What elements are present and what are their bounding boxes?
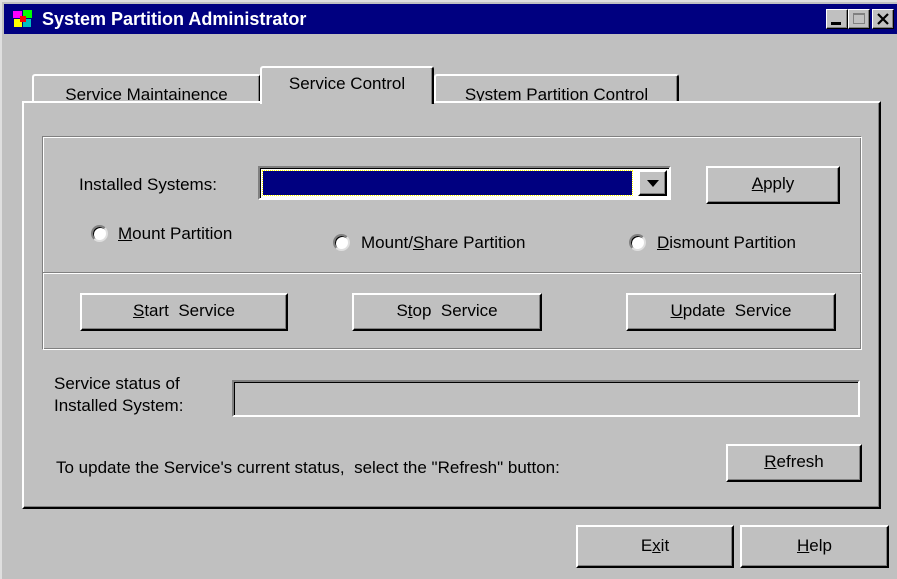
installed-systems-selected	[262, 170, 633, 196]
maximize-icon	[853, 13, 865, 24]
tab-panel-service-control: Installed Systems: Apply Mount Partition…	[22, 101, 881, 509]
installed-systems-group	[42, 136, 862, 274]
mount-share-partition-label[interactable]: Mount/Share Partition	[361, 233, 525, 253]
minimize-icon	[831, 22, 841, 25]
refresh-instruction: To update the Service's current status, …	[56, 458, 560, 477]
installed-systems-label: Installed Systems:	[79, 175, 217, 194]
service-status-label-line2: Installed System:	[54, 396, 184, 415]
stop-service-button[interactable]: Stop Service	[352, 293, 542, 331]
app-window: System Partition Administrator Service M…	[0, 0, 897, 579]
service-status-label-line1: Service status of	[54, 374, 180, 393]
chevron-down-icon	[647, 180, 659, 187]
update-service-button[interactable]: Update Service	[626, 293, 836, 331]
dismount-partition-radio[interactable]	[629, 234, 646, 251]
maximize-button[interactable]	[848, 9, 870, 29]
apply-button[interactable]: Apply	[706, 166, 840, 204]
app-icon	[13, 10, 32, 27]
tab-service-control[interactable]: Service Control	[260, 66, 434, 104]
mount-partition-label[interactable]: Mount Partition	[118, 224, 232, 244]
refresh-button[interactable]: Refresh	[726, 444, 862, 482]
dismount-partition-label[interactable]: Dismount Partition	[657, 233, 796, 253]
tab-label: Service Control	[288, 74, 406, 93]
mount-share-partition-radio[interactable]	[333, 234, 350, 251]
dropdown-button[interactable]	[638, 170, 667, 196]
installed-systems-dropdown[interactable]	[258, 166, 671, 200]
help-button[interactable]: Help	[740, 525, 889, 568]
start-service-button[interactable]: Start Service	[80, 293, 288, 331]
mount-partition-radio[interactable]	[91, 225, 108, 242]
window-title: System Partition Administrator	[42, 9, 307, 29]
exit-button[interactable]: Exit	[576, 525, 734, 568]
title-bar[interactable]: System Partition Administrator	[4, 4, 897, 34]
tab-system-partition-control[interactable]: System Partition Control	[434, 74, 679, 104]
close-button[interactable]	[872, 9, 894, 29]
close-icon	[877, 13, 889, 25]
minimize-button[interactable]	[826, 9, 848, 29]
service-status-field	[232, 380, 860, 417]
tab-service-maintainence[interactable]: Service Maintainence	[32, 74, 261, 104]
